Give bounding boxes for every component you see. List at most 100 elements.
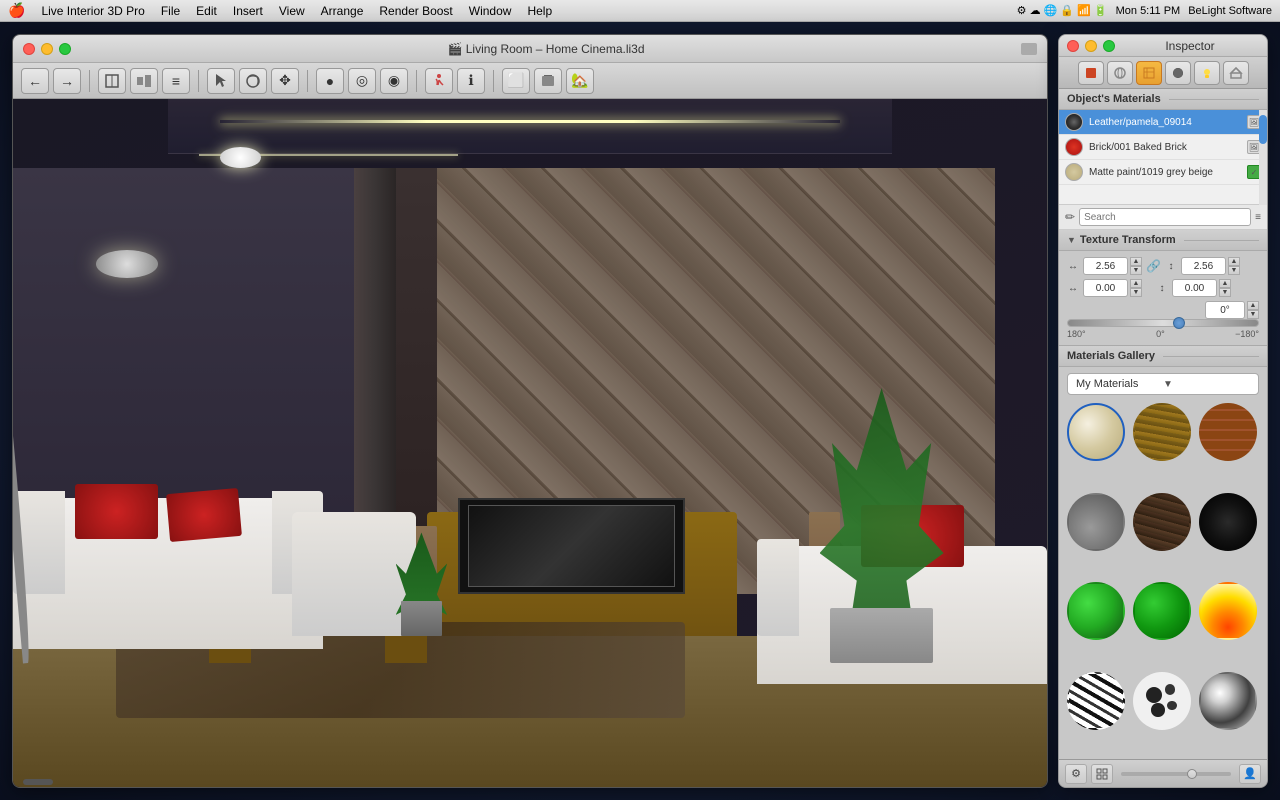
menu-render[interactable]: Render Boost xyxy=(379,4,452,18)
gallery-item-3[interactable] xyxy=(1199,403,1257,461)
material-item-2[interactable]: Brick/001 Baked Brick 🖼 xyxy=(1059,135,1267,160)
material-name-2: Brick/001 Baked Brick xyxy=(1089,142,1241,153)
inspector-maximize[interactable] xyxy=(1103,40,1115,52)
menu-insert[interactable]: Insert xyxy=(233,4,263,18)
width-input-group: ▲ ▼ xyxy=(1083,257,1142,275)
tab-light[interactable] xyxy=(1194,61,1220,85)
width-down-button[interactable]: ▼ xyxy=(1130,266,1142,275)
menu-view[interactable]: View xyxy=(279,4,305,18)
zoom-slider-thumb[interactable] xyxy=(1187,769,1197,779)
inspector-panel: Inspector Object's Mater xyxy=(1058,34,1268,788)
rotation-slider-thumb[interactable] xyxy=(1173,317,1185,329)
menu-arrange[interactable]: Arrange xyxy=(321,4,364,18)
maximize-button[interactable] xyxy=(59,43,71,55)
tab-object[interactable] xyxy=(1078,61,1104,85)
time-display: Mon 5:11 PM xyxy=(1116,5,1181,17)
gallery-item-12[interactable] xyxy=(1199,672,1257,730)
toolbar: ← → ≡ ✥ ● ◎ ◉ ℹ xyxy=(13,63,1047,99)
inspector-minimize[interactable] xyxy=(1085,40,1097,52)
zoom-slider-track[interactable] xyxy=(1121,772,1231,776)
material-item-1[interactable]: Leather/pamela_09014 🖼 xyxy=(1059,110,1267,135)
materials-scrollbar[interactable] xyxy=(1259,110,1267,205)
offset-x-input[interactable] xyxy=(1083,279,1128,297)
ring-tool-button[interactable]: ◎ xyxy=(348,68,376,94)
toolbar-sep-3 xyxy=(307,70,308,92)
gallery-item-9[interactable] xyxy=(1199,582,1257,640)
material-item-3[interactable]: Matte paint/1019 grey beige ✓ xyxy=(1059,160,1267,185)
select-tool-button[interactable] xyxy=(207,68,235,94)
menu-app[interactable]: Live Interior 3D Pro xyxy=(41,4,144,18)
gallery-item-6[interactable] xyxy=(1199,493,1257,551)
rotation-down-button[interactable]: ▼ xyxy=(1247,310,1259,319)
view-button[interactable] xyxy=(130,68,158,94)
menu-file[interactable]: File xyxy=(161,4,180,18)
offset-y-input[interactable] xyxy=(1172,279,1217,297)
house-button[interactable]: 🏡 xyxy=(566,68,594,94)
width-up-button[interactable]: ▲ xyxy=(1130,257,1142,266)
resize-button[interactable] xyxy=(1021,43,1037,55)
render-button[interactable] xyxy=(534,68,562,94)
close-button[interactable] xyxy=(23,43,35,55)
rotation-up-button[interactable]: ▲ xyxy=(1247,301,1259,310)
minimize-button[interactable] xyxy=(41,43,53,55)
menu-edit[interactable]: Edit xyxy=(196,4,217,18)
gallery-item-11[interactable] xyxy=(1133,672,1191,730)
offset-x-input-group: ▲ ▼ xyxy=(1083,279,1142,297)
gallery-dropdown[interactable]: My Materials ▼ xyxy=(1067,373,1259,395)
orbit-tool-button[interactable] xyxy=(239,68,267,94)
offset-y-down-button[interactable]: ▼ xyxy=(1219,288,1231,297)
walk-button[interactable] xyxy=(425,68,453,94)
gallery-item-7[interactable] xyxy=(1067,582,1125,640)
rotation-slider-track[interactable] xyxy=(1067,319,1259,327)
zoom-fit-button[interactable] xyxy=(1091,764,1113,784)
chain-link-icon[interactable]: 🔗 xyxy=(1146,259,1161,273)
settings-button[interactable]: ⚙ xyxy=(1065,764,1087,784)
gallery-item-2[interactable] xyxy=(1133,403,1191,461)
tab-texture[interactable] xyxy=(1165,61,1191,85)
viewport-scrollbar[interactable] xyxy=(23,779,53,785)
materials-list[interactable]: Leather/pamela_09014 🖼 Brick/001 Baked B… xyxy=(1059,110,1267,205)
offset-x-up-button[interactable]: ▲ xyxy=(1130,279,1142,288)
offset-x-down-button[interactable]: ▼ xyxy=(1130,288,1142,297)
offset-y-up-button[interactable]: ▲ xyxy=(1219,279,1231,288)
list-button[interactable]: ≡ xyxy=(162,68,190,94)
texture-transform-panel: ↔ ▲ ▼ 🔗 ↕ ▲ ▼ xyxy=(1059,251,1267,346)
rotation-input[interactable] xyxy=(1205,301,1245,319)
tab-sphere[interactable] xyxy=(1107,61,1133,85)
dot-tool-button[interactable]: ◉ xyxy=(380,68,408,94)
gallery-item-4[interactable] xyxy=(1067,493,1125,551)
objects-materials-header: Object's Materials xyxy=(1059,89,1267,110)
apple-menu[interactable]: 🍎 xyxy=(8,2,25,19)
gallery-item-10[interactable] xyxy=(1067,672,1125,730)
height-down-button[interactable]: ▼ xyxy=(1228,266,1240,275)
move-tool-button[interactable]: ✥ xyxy=(271,68,299,94)
nav-forward-button[interactable]: → xyxy=(53,68,81,94)
tab-house[interactable] xyxy=(1223,61,1249,85)
height-input[interactable] xyxy=(1181,257,1226,275)
height-up-button[interactable]: ▲ xyxy=(1228,257,1240,266)
menu-window[interactable]: Window xyxy=(469,4,512,18)
search-bar: ✏ ≡ xyxy=(1059,205,1267,230)
width-input[interactable] xyxy=(1083,257,1128,275)
menu-help[interactable]: Help xyxy=(527,4,552,18)
pencil-icon[interactable]: ✏ xyxy=(1065,210,1075,224)
list-options-icon[interactable]: ≡ xyxy=(1255,212,1261,223)
floor-plan-button[interactable] xyxy=(98,68,126,94)
tab-materials[interactable] xyxy=(1136,61,1162,85)
aspect-button[interactable]: ⬜ xyxy=(502,68,530,94)
person-button[interactable]: 👤 xyxy=(1239,764,1261,784)
rotation-stepper: ▲ ▼ xyxy=(1247,301,1259,319)
nav-back-button[interactable]: ← xyxy=(21,68,49,94)
inspector-close[interactable] xyxy=(1067,40,1079,52)
gallery-item-8[interactable] xyxy=(1133,582,1191,640)
gallery-item-1[interactable] xyxy=(1067,403,1125,461)
sphere-tool-button[interactable]: ● xyxy=(316,68,344,94)
info-button[interactable]: ℹ xyxy=(457,68,485,94)
gallery-label: Materials Gallery xyxy=(1067,350,1155,362)
viewport[interactable] xyxy=(13,99,1047,787)
materials-scrollbar-thumb[interactable] xyxy=(1259,115,1267,144)
gallery-item-5[interactable] xyxy=(1133,493,1191,551)
material-search-input[interactable] xyxy=(1079,208,1251,226)
rotation-input-row: ▲ ▼ xyxy=(1067,301,1259,319)
rotation-max-label: −180° xyxy=(1235,329,1259,339)
